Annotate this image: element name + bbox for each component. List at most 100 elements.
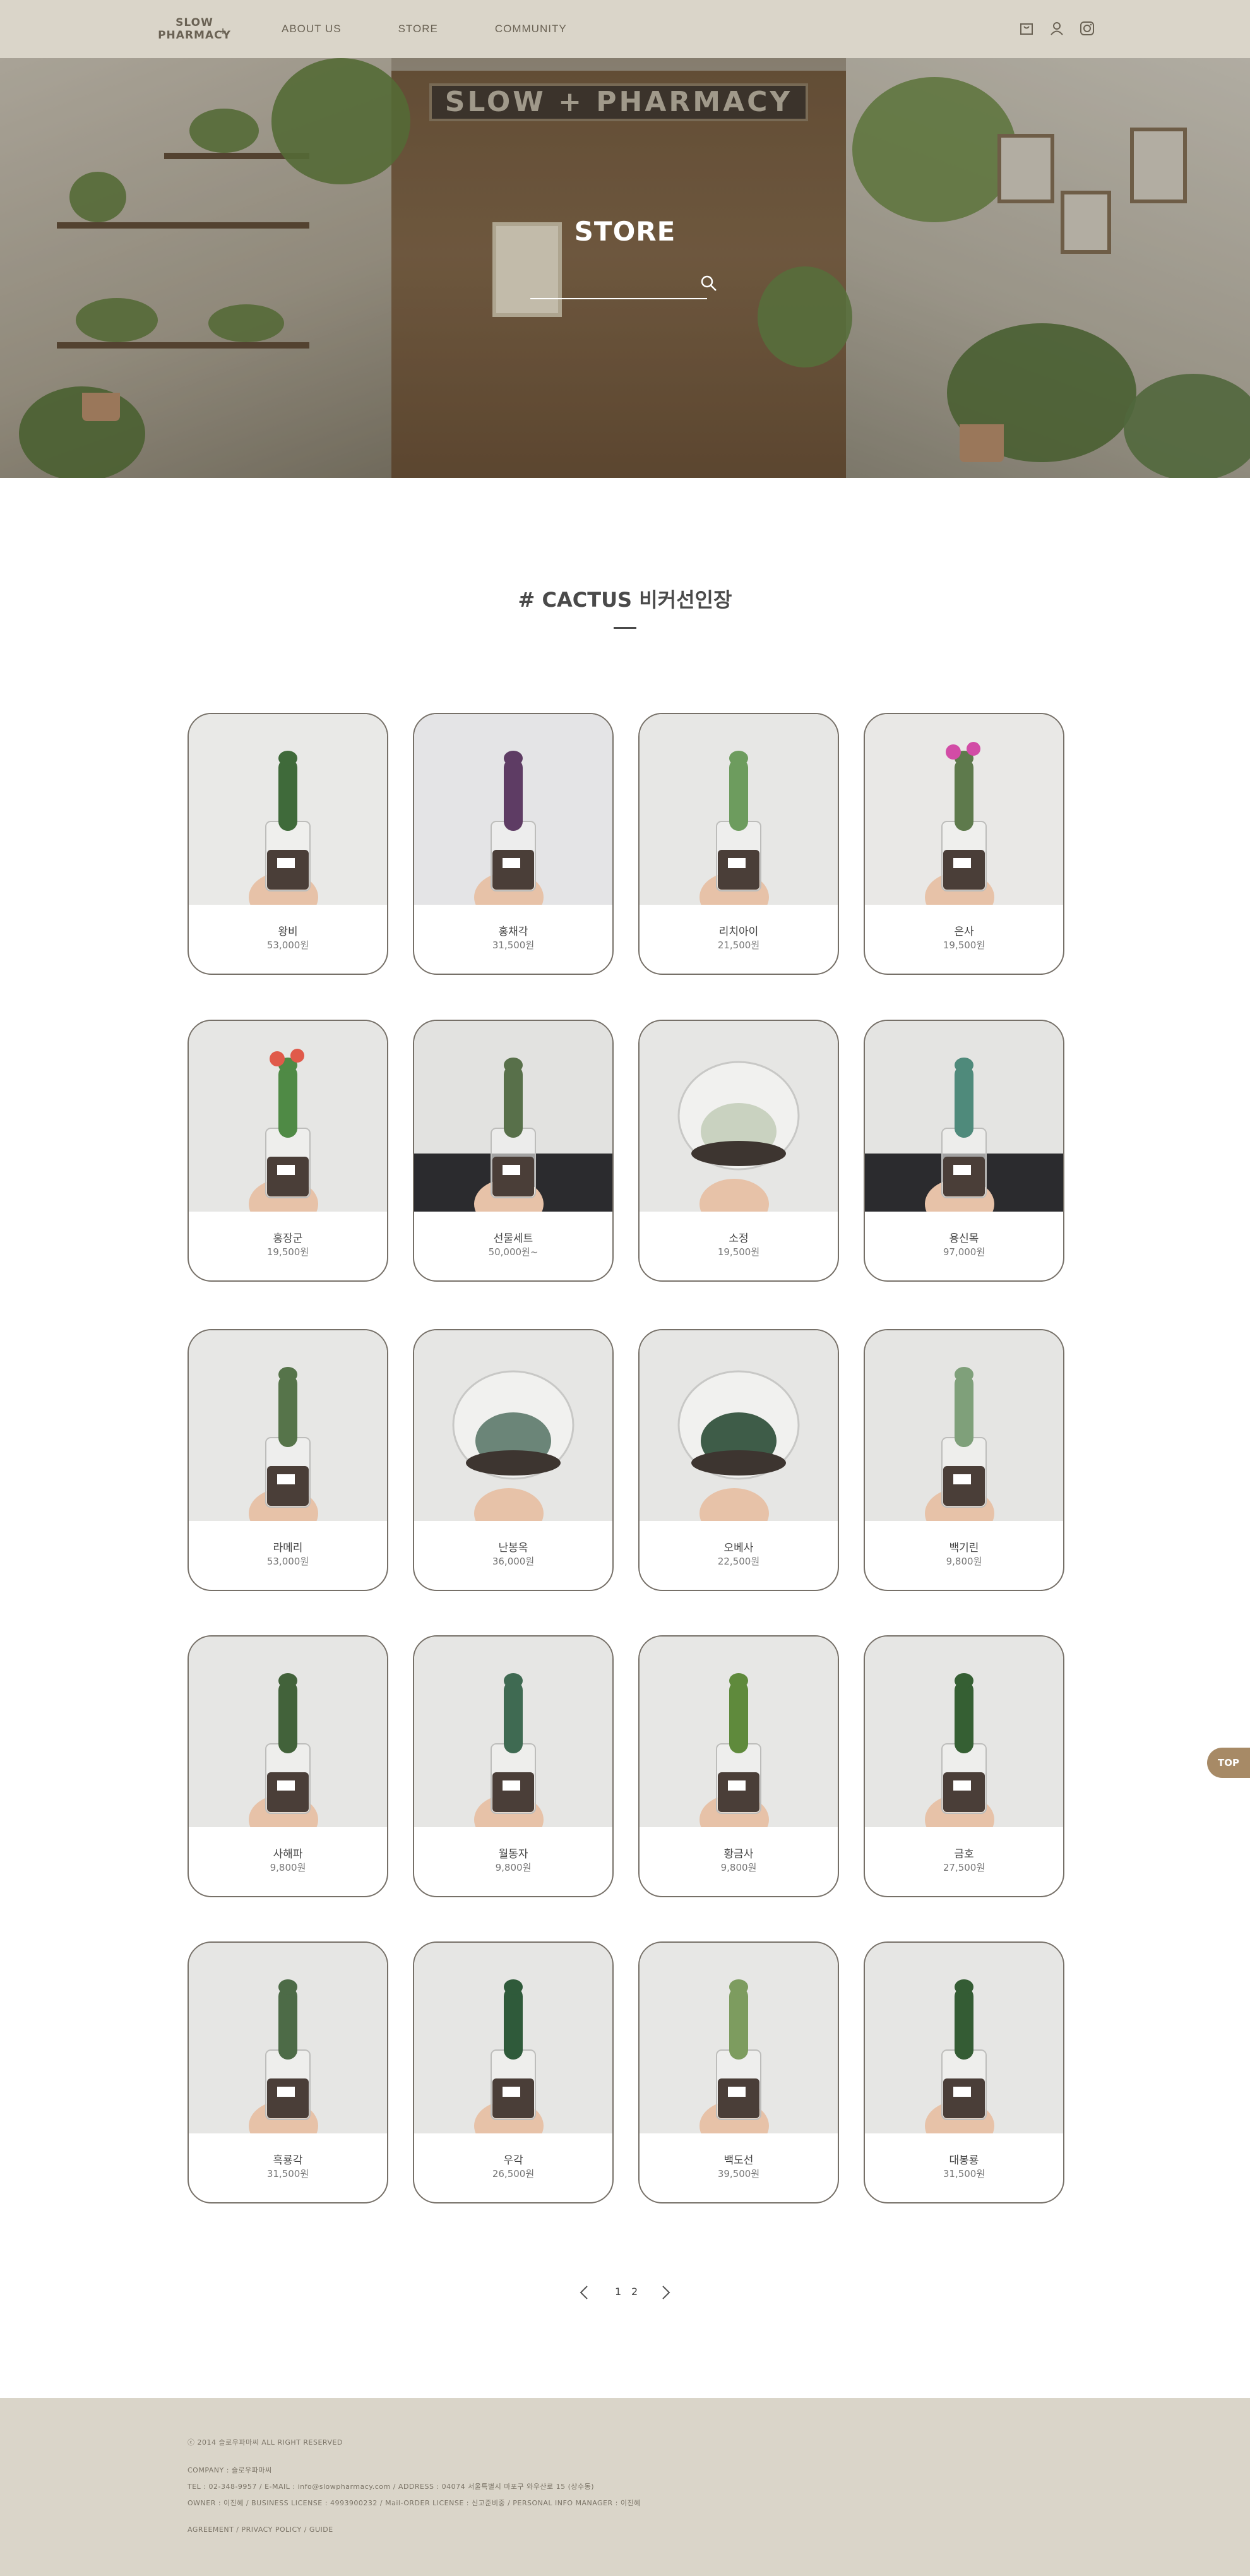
product-name[interactable]: 황금사 <box>640 1845 838 1861</box>
footer-owner: OWNER : 이진혜 / BUSINESS LICENSE : 4993900… <box>188 2499 641 2507</box>
product-card[interactable]: 난봉옥 36,000원 <box>413 1329 614 1591</box>
product-card[interactable]: 용신목 97,000원 <box>864 1020 1064 1282</box>
product-name[interactable]: 소정 <box>640 1229 838 1245</box>
nav-store[interactable]: STORE <box>398 23 438 35</box>
product-image[interactable] <box>640 1637 838 1827</box>
product-image[interactable] <box>640 1330 838 1521</box>
product-name[interactable]: 홍채각 <box>414 922 612 938</box>
product-card[interactable]: 월동자 9,800원 <box>413 1635 614 1897</box>
product-name[interactable]: 오베사 <box>640 1539 838 1554</box>
product-card[interactable]: 대봉룡 31,500원 <box>864 1941 1064 2203</box>
product-image[interactable] <box>640 1943 838 2133</box>
product-name[interactable]: 금호 <box>865 1845 1063 1861</box>
product-card[interactable]: 오베사 22,500원 <box>638 1329 839 1591</box>
section-divider <box>614 627 636 629</box>
product-image[interactable] <box>865 1943 1063 2133</box>
product-card[interactable]: 우각 26,500원 <box>413 1941 614 2203</box>
product-name[interactable]: 백도선 <box>640 2151 838 2167</box>
page-title: STORE <box>574 216 676 247</box>
product-card[interactable]: 리치아이 21,500원 <box>638 713 839 975</box>
product-card[interactable]: 홍채각 31,500원 <box>413 713 614 975</box>
chevron-right-icon[interactable] <box>658 2284 673 2301</box>
product-image[interactable] <box>414 1021 612 1212</box>
product-image[interactable] <box>189 1021 387 1212</box>
product-name[interactable]: 백기린 <box>865 1539 1063 1554</box>
product-card[interactable]: 은사 19,500원 <box>864 713 1064 975</box>
search-input[interactable] <box>530 273 707 299</box>
section-title: # CACTUS 비커선인장 <box>518 588 732 612</box>
footer-copyright: ⓒ 2014 슬로우파마씨 ALL RIGHT RESERVED <box>188 2438 343 2447</box>
instagram-icon[interactable] <box>1079 20 1095 37</box>
product-card[interactable]: 황금사 9,800원 <box>638 1635 839 1897</box>
product-price: 31,500원 <box>943 2168 985 2179</box>
product-price: 27,500원 <box>943 1862 985 1873</box>
product-image[interactable] <box>640 714 838 905</box>
product-card[interactable]: 흑룡각 31,500원 <box>188 1941 388 2203</box>
page-link-2[interactable]: 2 <box>631 2286 638 2298</box>
product-name[interactable]: 선물세트 <box>414 1229 612 1245</box>
site-header: SLOW PHARMACY + ABOUT US STORE COMMUNITY <box>0 0 1250 58</box>
chevron-left-icon[interactable] <box>577 2284 592 2301</box>
product-name[interactable]: 왕비 <box>189 922 387 938</box>
product-name[interactable]: 리치아이 <box>640 922 838 938</box>
product-name[interactable]: 대봉룡 <box>865 2151 1063 2167</box>
product-card[interactable]: 라메리 53,000원 <box>188 1329 388 1591</box>
product-card[interactable]: 선물세트 50,000원~ <box>413 1020 614 1282</box>
nav-community[interactable]: COMMUNITY <box>495 23 567 35</box>
product-card[interactable]: 금호 27,500원 <box>864 1635 1064 1897</box>
product-price: 26,500원 <box>492 2168 535 2179</box>
product-name[interactable]: 은사 <box>865 922 1063 938</box>
product-price: 9,800원 <box>946 1556 982 1567</box>
product-name[interactable]: 우각 <box>414 2151 612 2167</box>
search-bar <box>530 273 720 301</box>
product-image[interactable] <box>640 1021 838 1212</box>
product-image[interactable] <box>189 714 387 905</box>
product-image[interactable] <box>865 714 1063 905</box>
product-price: 36,000원 <box>492 1556 535 1567</box>
logo[interactable]: SLOW PHARMACY + <box>157 16 232 42</box>
pagination: 1 2 <box>577 2283 673 2302</box>
product-card[interactable]: 소정 19,500원 <box>638 1020 839 1282</box>
hero-overlay <box>0 58 1250 478</box>
footer-links[interactable]: AGREEMENT / PRIVACY POLICY / GUIDE <box>188 2525 333 2534</box>
product-name[interactable]: 용신목 <box>865 1229 1063 1245</box>
product-price: 19,500원 <box>943 939 985 951</box>
product-image[interactable] <box>414 1637 612 1827</box>
product-price: 31,500원 <box>492 939 535 951</box>
product-price: 9,800원 <box>495 1862 532 1873</box>
product-image[interactable] <box>189 1637 387 1827</box>
product-name[interactable]: 난봉옥 <box>414 1539 612 1554</box>
product-image[interactable] <box>865 1021 1063 1212</box>
product-price: 19,500원 <box>717 1246 760 1258</box>
product-card[interactable]: 왕비 53,000원 <box>188 713 388 975</box>
product-price: 50,000원~ <box>488 1246 539 1258</box>
product-name[interactable]: 라메리 <box>189 1539 387 1554</box>
product-image[interactable] <box>189 1330 387 1521</box>
product-price: 53,000원 <box>266 1556 309 1567</box>
product-card[interactable]: 백도선 39,500원 <box>638 1941 839 2203</box>
product-image[interactable] <box>865 1330 1063 1521</box>
product-name[interactable]: 월동자 <box>414 1845 612 1861</box>
product-price: 9,800원 <box>270 1862 306 1873</box>
product-price: 21,500원 <box>717 939 760 951</box>
product-card[interactable]: 홍장군 19,500원 <box>188 1020 388 1282</box>
search-icon[interactable] <box>698 273 720 294</box>
product-image[interactable] <box>414 1943 612 2133</box>
product-name[interactable]: 사해파 <box>189 1845 387 1861</box>
bag-icon[interactable] <box>1018 20 1035 37</box>
product-name[interactable]: 홍장군 <box>189 1229 387 1245</box>
user-icon[interactable] <box>1049 20 1065 37</box>
product-card[interactable]: 사해파 9,800원 <box>188 1635 388 1897</box>
product-image[interactable] <box>414 714 612 905</box>
nav-about-us[interactable]: ABOUT US <box>282 23 342 35</box>
scroll-top-button[interactable]: TOP <box>1207 1748 1250 1778</box>
product-card[interactable]: 백기린 9,800원 <box>864 1329 1064 1591</box>
product-price: 9,800원 <box>720 1862 757 1873</box>
site-footer: ⓒ 2014 슬로우파마씨 ALL RIGHT RESERVED COMPANY… <box>0 2398 1250 2576</box>
footer-company: COMPANY : 슬로우파마씨 <box>188 2466 272 2474</box>
product-image[interactable] <box>865 1637 1063 1827</box>
product-image[interactable] <box>414 1330 612 1521</box>
page-link-1[interactable]: 1 <box>615 2286 621 2298</box>
product-name[interactable]: 흑룡각 <box>189 2151 387 2167</box>
product-image[interactable] <box>189 1943 387 2133</box>
